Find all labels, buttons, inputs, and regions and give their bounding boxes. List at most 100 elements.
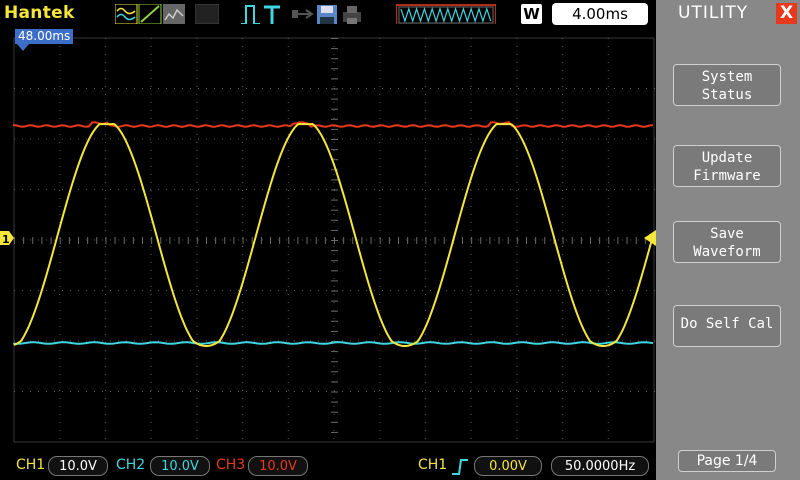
grid-dot xyxy=(374,340,375,342)
trigger-source[interactable]: CH1 xyxy=(418,457,447,473)
grid-dot xyxy=(326,138,327,140)
close-button[interactable]: X xyxy=(776,3,797,24)
grid-dot xyxy=(54,290,55,291)
memory-overview-icon[interactable] xyxy=(396,4,496,24)
do-self-cal-button[interactable]: Do Self Cal xyxy=(673,305,781,347)
grid-dot xyxy=(470,382,472,383)
grid-dot xyxy=(78,290,79,291)
grid-dot xyxy=(287,422,289,423)
grid-dot xyxy=(424,166,426,167)
grid-dot xyxy=(438,189,439,190)
grid-dot xyxy=(379,62,381,63)
grid-dot xyxy=(196,366,198,367)
grid-dot xyxy=(646,391,647,392)
grid-dot xyxy=(534,138,535,140)
grid-dot xyxy=(470,166,472,167)
grid-dot xyxy=(598,340,599,342)
grid-dot xyxy=(350,138,351,140)
grid-dot xyxy=(516,302,518,303)
grid-dot xyxy=(222,340,223,342)
timebase-readout[interactable]: 4.00ms xyxy=(552,3,648,25)
grid-dot xyxy=(622,189,623,190)
grid-dot xyxy=(333,294,335,295)
grid-tick xyxy=(331,310,338,312)
acquire-mode-icons[interactable] xyxy=(115,4,187,24)
grid-dot xyxy=(607,46,609,47)
system-status-button[interactable]: System Status xyxy=(673,64,781,106)
grid-dot xyxy=(196,358,198,359)
grid-tick xyxy=(331,300,338,302)
ch1-scale[interactable]: 10.0V xyxy=(48,456,108,476)
grid-dot xyxy=(562,134,564,135)
grid-dot xyxy=(606,391,607,392)
grid-dot xyxy=(654,290,655,291)
timebase-value: 4.00ms xyxy=(572,5,628,23)
grid-dot xyxy=(59,398,61,399)
grid-dot xyxy=(562,374,564,375)
grid-dot xyxy=(22,290,23,291)
save-waveform-button[interactable]: Save Waveform xyxy=(673,221,781,263)
ch2-label[interactable]: CH2 xyxy=(116,457,145,473)
grid-dot xyxy=(516,102,518,103)
grid-dot xyxy=(646,189,647,190)
trigger-position-marker[interactable] xyxy=(17,44,29,51)
grid-dot xyxy=(104,286,106,287)
grid-dot xyxy=(462,88,463,89)
grid-tick xyxy=(331,189,338,191)
grid-dot xyxy=(166,340,167,342)
grid-dot xyxy=(534,290,535,291)
save-disk-icon[interactable] xyxy=(316,4,338,24)
grid-dot xyxy=(59,278,61,279)
trigger-type-icon[interactable] xyxy=(240,4,286,24)
grid-dot xyxy=(379,206,381,207)
grid-dot xyxy=(104,326,106,327)
grid-dot xyxy=(566,391,567,392)
grid-dot xyxy=(470,374,472,375)
update-firmware-button[interactable]: Update Firmware xyxy=(673,145,781,187)
ch2-scale[interactable]: 10.0V xyxy=(150,456,210,476)
grid-dot xyxy=(424,294,426,295)
grid-dot xyxy=(542,88,543,89)
grid-dot xyxy=(516,230,518,231)
grid-dot xyxy=(206,189,207,190)
ch1-trace xyxy=(13,122,654,347)
grid-dot xyxy=(70,88,71,89)
grid-dot xyxy=(478,88,479,89)
grid-dot xyxy=(78,189,79,190)
grid-dot xyxy=(607,118,609,119)
ch1-label[interactable]: CH1 xyxy=(16,457,45,473)
grid-dot xyxy=(516,382,518,383)
grid-dot xyxy=(126,290,127,291)
grid-tick xyxy=(50,237,52,244)
ch3-scale[interactable]: 10.0V xyxy=(248,456,308,476)
grid-dot xyxy=(182,290,183,291)
grid-dot xyxy=(598,290,599,291)
grid-dot xyxy=(379,222,381,223)
grid-dot xyxy=(59,174,61,175)
grid-dot xyxy=(550,391,551,392)
grid-dot xyxy=(516,134,518,135)
grid-dot xyxy=(196,398,198,399)
ch3-label[interactable]: CH3 xyxy=(216,457,245,473)
display-icon[interactable] xyxy=(195,4,219,24)
grid-dot xyxy=(562,174,564,175)
grid-dot xyxy=(590,290,591,291)
grid-dot xyxy=(379,270,381,271)
grid-dot xyxy=(414,88,415,89)
grid-dot xyxy=(278,88,279,89)
grid-dot xyxy=(454,138,455,140)
grid-dot xyxy=(246,239,247,241)
trigger-position-readout[interactable]: 48.00ms xyxy=(15,29,74,44)
window-mode-badge[interactable]: W xyxy=(521,4,542,24)
page-button[interactable]: Page 1/4 xyxy=(678,450,776,472)
grid-dot xyxy=(516,414,518,415)
grid-dot xyxy=(516,254,518,255)
grid-tick xyxy=(331,401,338,403)
grid-dot xyxy=(30,391,31,392)
grid-dot xyxy=(424,438,426,439)
grid-dot xyxy=(614,189,615,190)
grid-dot xyxy=(86,239,87,241)
trigger-level[interactable]: 0.00V xyxy=(474,456,542,476)
grid-dot xyxy=(59,62,61,63)
print-icon[interactable] xyxy=(341,4,363,24)
